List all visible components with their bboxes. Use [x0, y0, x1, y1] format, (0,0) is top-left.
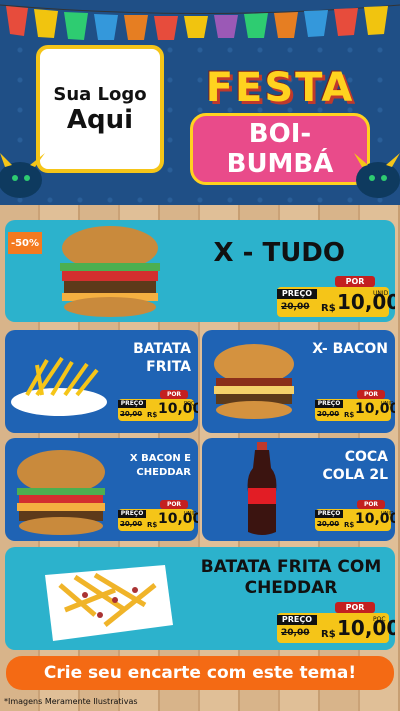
boi-right-icon — [354, 153, 400, 198]
unit-label: POÇ — [373, 616, 386, 623]
currency: R$ — [344, 521, 355, 529]
unit-label: UNID — [184, 511, 197, 517]
currency: R$ — [147, 521, 158, 529]
por-label: POR — [357, 500, 385, 509]
burger-image — [17, 450, 105, 535]
currency: R$ — [147, 411, 158, 419]
logo-text-line1: Sua Logo — [53, 83, 147, 105]
unit-label: UNID — [381, 511, 394, 517]
product-title: X- BACON — [312, 341, 388, 357]
price-tag: POR PREÇO 20,00 R$ 10,00 UNID — [315, 390, 395, 426]
soda-bottle-image — [247, 442, 277, 535]
currency: R$ — [321, 629, 336, 640]
product-title: X - TUDO — [213, 238, 345, 268]
fries-image — [11, 356, 107, 416]
unit-label: UNID — [381, 401, 394, 407]
por-label: POR — [160, 500, 188, 509]
product-title: BATATA FRITA COM CHEDDAR — [200, 557, 382, 598]
old-price: 20,00 — [120, 520, 143, 528]
preco-label: PREÇO — [118, 400, 146, 408]
por-label: POR — [335, 602, 375, 613]
burger-image — [60, 226, 160, 317]
product-card-x-bacon-cheddar[interactable]: X BACON E CHEDDAR POR PREÇO 20,00 R$ 10,… — [5, 438, 198, 541]
header-banner: Sua Logo Aqui FESTA BOI-BUMBÁ — [0, 0, 400, 205]
price-tag: POR PREÇO 20,00 R$ 10,00 POÇ — [277, 602, 395, 646]
fries-cheddar-image — [45, 565, 173, 641]
price-tag: POR PREÇO 20,00 R$ 10,00 UNID — [315, 500, 395, 536]
preco-label: PREÇO — [277, 289, 317, 299]
old-price: 20,00 — [317, 520, 340, 528]
price-tag: POR PREÇO 20,00 R$ 10,00 POÇ — [118, 390, 198, 426]
logo-text-line2: Aqui — [66, 104, 134, 135]
product-card-x-tudo[interactable]: X - TUDO POR PREÇO 20,00 R$ 10,00 UNID — [5, 220, 395, 322]
product-card-batata-cheddar[interactable]: BATATA FRITA COM CHEDDAR POR PREÇO 20,00… — [5, 547, 395, 650]
old-price: 20,00 — [317, 410, 340, 418]
preco-label: PREÇO — [277, 615, 317, 625]
cta-button[interactable]: Crie seu encarte com este tema! — [6, 656, 394, 690]
product-card-coca-cola[interactable]: COCA COLA 2L POR PREÇO 20,00 R$ 10,00 UN… — [202, 438, 395, 541]
old-price: 20,00 — [281, 628, 310, 638]
boi-left-icon — [0, 153, 45, 198]
unit-label: UNID — [373, 290, 389, 297]
discount-badge: -50% — [8, 232, 42, 254]
logo-placeholder: Sua Logo Aqui — [36, 45, 164, 173]
price-tag: POR PREÇO 20,00 R$ 10,00 UNID — [277, 276, 395, 320]
preco-label: PREÇO — [315, 400, 343, 408]
preco-label: PREÇO — [118, 510, 146, 518]
por-label: POR — [335, 276, 375, 287]
bunting-decoration — [0, 4, 400, 40]
price-tag: POR PREÇO 20,00 R$ 10,00 UNID — [118, 500, 198, 536]
old-price: 20,00 — [120, 410, 143, 418]
product-card-batata-frita[interactable]: BATATA FRITA POR PREÇO 20,00 R$ 10,00 PO… — [5, 330, 198, 433]
product-title: X BACON E CHEDDAR — [129, 453, 191, 478]
footnote: *Imagens Meramente Ilustrativas — [4, 697, 138, 706]
currency: R$ — [321, 303, 336, 314]
product-card-x-bacon[interactable]: X- BACON POR PREÇO 20,00 R$ 10,00 UNID — [202, 330, 395, 433]
burger-image — [214, 344, 294, 419]
unit-label: POÇ — [184, 401, 195, 407]
currency: R$ — [344, 411, 355, 419]
product-title: COCA COLA 2L — [322, 449, 388, 483]
por-label: POR — [357, 390, 385, 399]
product-title: BATATA FRITA — [133, 341, 191, 375]
old-price: 20,00 — [281, 302, 310, 312]
por-label: POR — [160, 390, 188, 399]
preco-label: PREÇO — [315, 510, 343, 518]
festa-word: FESTA — [205, 65, 355, 111]
price-value: 10,00 — [337, 616, 395, 640]
